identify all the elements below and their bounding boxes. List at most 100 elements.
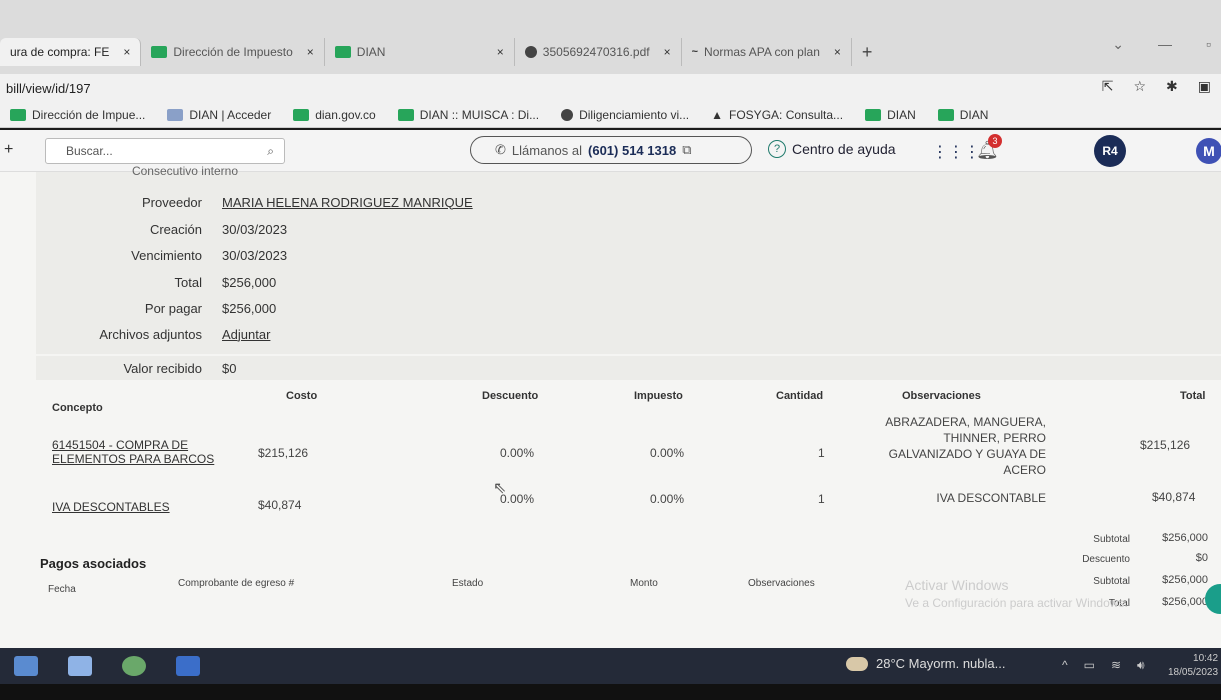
- detail-label: Valor recibido: [123, 360, 202, 376]
- obs-line: IVA DESCONTABLE: [936, 491, 1046, 505]
- concepto-link[interactable]: IVA DESCONTABLES: [52, 500, 170, 514]
- browser-tabstrip: ura de compra: FE × Dirección de Impuest…: [0, 0, 1221, 74]
- totals-value: $0: [1195, 552, 1208, 564]
- copy-icon[interactable]: ⧉: [682, 142, 691, 158]
- tab-direccion[interactable]: Dirección de Impuesto ×: [141, 38, 325, 66]
- bookmark-item[interactable]: DIAN: [865, 108, 916, 122]
- costo-cell: $40,874: [258, 498, 302, 512]
- observaciones-cell: IVA DESCONTABLE: [860, 490, 1046, 506]
- column-header-concepto: Concepto: [52, 402, 103, 414]
- close-icon[interactable]: ×: [664, 45, 671, 59]
- tab-label: 3505692470316.pdf: [542, 45, 650, 59]
- close-icon[interactable]: ×: [834, 45, 841, 59]
- bookmark-item[interactable]: DIAN | Acceder: [167, 108, 271, 122]
- concepto-link[interactable]: 61451504 - COMPRA DE ELEMENTOS PARA BARC…: [52, 438, 214, 466]
- tab-normas-apa[interactable]: ~ Normas APA con plan ×: [682, 38, 852, 66]
- bookmark-item[interactable]: dian.gov.co: [293, 108, 376, 122]
- sidepanel-icon[interactable]: ▣: [1198, 78, 1211, 95]
- observaciones-cell: ABRAZADERA, MANGUERA, THINNER, PERRO GAL…: [860, 414, 1046, 478]
- detail-row-por-pagar: Por pagar $256,000: [36, 296, 1221, 320]
- clock-time: 10:42: [1193, 653, 1219, 664]
- star-icon[interactable]: ☆: [1133, 78, 1146, 95]
- bookmark-label: Dirección de Impue...: [32, 107, 146, 122]
- totals-value: $256,000: [1162, 574, 1208, 586]
- dian-favicon-icon: [865, 108, 882, 121]
- column-header-cantidad: Cantidad: [776, 390, 824, 402]
- detail-label: Por pagar: [144, 300, 202, 316]
- call-button[interactable]: ✆ Llámanos al (601) 514 1318 ⧉: [470, 136, 752, 164]
- close-icon[interactable]: ×: [307, 45, 314, 59]
- obs-line: ACERO: [1003, 463, 1046, 477]
- impuesto-cell: 0.00%: [650, 446, 685, 460]
- search-input[interactable]: Buscar... ⌕: [45, 138, 285, 164]
- cantidad-cell: 1: [818, 492, 825, 506]
- bookmark-item[interactable]: Dirección de Impue...: [10, 108, 145, 122]
- system-clock[interactable]: 10:42 18/05/2023: [1168, 652, 1218, 680]
- url-text: bill/view/id/197: [6, 80, 91, 96]
- company-logo[interactable]: R4: [1094, 135, 1126, 167]
- chevron-down-icon[interactable]: ⌄: [1112, 36, 1124, 53]
- bookmark-label: DIAN :: MUISCA : Di...: [419, 107, 540, 122]
- tab-factura[interactable]: ura de compra: FE ×: [0, 38, 142, 66]
- system-tray: ^ ▭ ≋ 🔊︎: [1062, 658, 1145, 673]
- weather-widget[interactable]: 28°C Mayorm. nubla...: [846, 656, 1005, 671]
- chat-fab-button[interactable]: [1205, 584, 1221, 614]
- bookmark-item[interactable]: ▲ FOSYGA: Consulta...: [711, 108, 843, 122]
- help-center-link[interactable]: ? Centro de ayuda: [768, 140, 896, 158]
- apps-grid-icon[interactable]: ⋮⋮⋮: [932, 142, 980, 162]
- start-icon[interactable]: [14, 656, 38, 676]
- bookmark-label: dian.gov.co: [315, 107, 376, 122]
- tab-dian[interactable]: DIAN ×: [325, 38, 515, 66]
- payments-header-observaciones: Observaciones: [748, 578, 815, 589]
- detail-row-vencimiento: Vencimiento 30/03/2023: [36, 243, 1221, 267]
- explorer-icon[interactable]: [68, 656, 92, 676]
- bookmark-item[interactable]: Diligenciamiento vi...: [561, 108, 689, 122]
- chevron-up-icon[interactable]: ^: [1062, 658, 1068, 673]
- received-row: Valor recibido $0: [36, 356, 1221, 380]
- bookmark-item[interactable]: DIAN :: MUISCA : Di...: [397, 107, 540, 122]
- tab-label: DIAN: [356, 45, 386, 59]
- battery-icon[interactable]: ▭: [1084, 658, 1095, 673]
- tab-pdf[interactable]: 3505692470316.pdf ×: [515, 38, 682, 66]
- apa-favicon-icon: ~: [691, 46, 699, 58]
- maximize-icon[interactable]: ▫: [1206, 36, 1211, 53]
- column-header-impuesto: Impuesto: [634, 390, 683, 402]
- volume-icon[interactable]: 🔊︎: [1137, 658, 1145, 673]
- extensions-icon[interactable]: ✱: [1166, 78, 1178, 95]
- globe-icon: [524, 46, 537, 58]
- chrome-icon[interactable]: [122, 656, 146, 676]
- mouse-cursor-icon: ⇖: [493, 480, 507, 497]
- totals-label: Descuento: [1082, 554, 1130, 565]
- detail-label: Archivos adjuntos: [99, 326, 202, 342]
- avatar[interactable]: M: [1196, 138, 1221, 164]
- concepto-line: ELEMENTOS PARA BARCOS: [52, 452, 215, 466]
- detail-value: $0: [222, 360, 237, 376]
- detail-value: $256,000: [222, 300, 277, 316]
- payments-header-estado: Estado: [452, 578, 484, 589]
- impuesto-cell: 0.00%: [650, 492, 685, 506]
- address-bar[interactable]: bill/view/id/197: [0, 74, 1221, 102]
- descuento-cell: 0.00%: [500, 446, 535, 460]
- plus-icon[interactable]: +: [4, 141, 13, 159]
- wifi-icon[interactable]: ≋: [1111, 658, 1121, 673]
- tab-label: ura de compra: FE: [10, 45, 110, 59]
- totals-value: $256,000: [1162, 532, 1208, 544]
- new-tab-button[interactable]: +: [852, 42, 883, 63]
- minimize-icon[interactable]: —: [1158, 36, 1172, 53]
- costo-cell: $215,126: [258, 446, 309, 460]
- question-icon: ?: [768, 140, 786, 158]
- detail-value: $256,000: [222, 274, 277, 290]
- detail-row-adjuntos: Archivos adjuntos Adjuntar: [36, 322, 1221, 346]
- obs-line: GALVANIZADO Y GUAYA DE: [888, 447, 1046, 461]
- column-header-descuento: Descuento: [482, 390, 539, 402]
- detail-row-creacion: Creación 30/03/2023: [36, 217, 1221, 241]
- provider-link[interactable]: MARIA HELENA RODRIGUEZ MANRIQUE: [222, 195, 473, 210]
- share-icon[interactable]: ⇱: [1102, 78, 1114, 95]
- page-favicon-icon: [167, 108, 184, 121]
- close-icon[interactable]: ×: [123, 45, 130, 59]
- bookmark-item[interactable]: DIAN: [937, 108, 988, 122]
- attach-link[interactable]: Adjuntar: [222, 327, 270, 342]
- close-icon[interactable]: ×: [497, 45, 504, 59]
- word-icon[interactable]: [176, 656, 200, 676]
- call-prefix: Llámanos al: [511, 142, 583, 158]
